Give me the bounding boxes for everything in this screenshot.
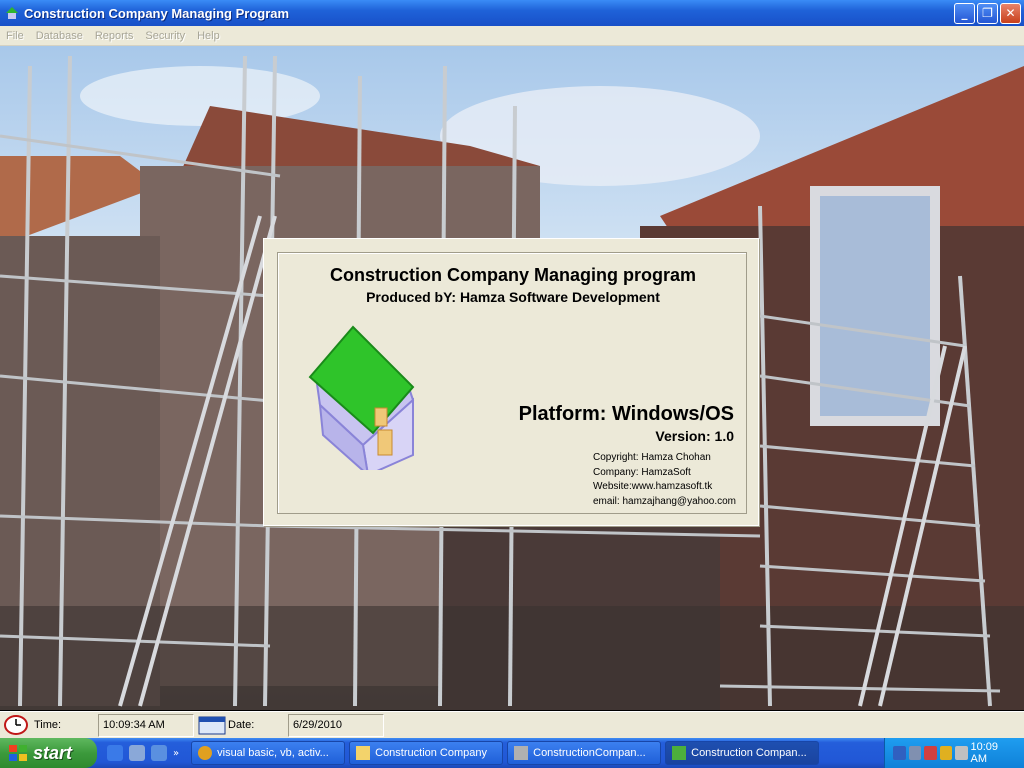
splash-website: Website:www.hamzasoft.tk — [593, 481, 713, 492]
task-label: ConstructionCompan... — [533, 747, 646, 759]
clock-icon-cell — [0, 714, 34, 737]
minimize-button[interactable]: _ — [954, 2, 975, 24]
vb-project-icon — [514, 746, 529, 760]
browser-icon — [198, 746, 213, 760]
taskbar-clock[interactable]: 10:09 AM — [971, 741, 1013, 765]
media-player-icon[interactable] — [129, 745, 145, 761]
splash-email: email: hamzajhang@yahoo.com — [593, 495, 737, 507]
window-title: Construction Company Managing Program — [24, 5, 290, 21]
task-construction-app[interactable]: Construction Compan... — [665, 741, 820, 765]
quick-launch: » — [107, 745, 179, 761]
close-button[interactable]: ✕ — [1000, 2, 1021, 24]
splash-version: Version: 1.0 — [655, 428, 734, 444]
windows-taskbar: start » visual basic, vb, activ... Const… — [0, 738, 1024, 768]
splash-frame: Construction Company Managing program Pr… — [277, 252, 747, 514]
chevron-icon[interactable]: » — [173, 748, 179, 759]
splash-company: Company: HamzaSoft — [593, 466, 691, 478]
start-label: start — [33, 742, 73, 763]
splash-panel: Construction Company Managing program Pr… — [263, 238, 759, 526]
house-app-icon — [6, 7, 18, 19]
house-app-icon — [672, 746, 687, 760]
windows-flag-icon — [9, 745, 27, 761]
task-label: visual basic, vb, activ... — [217, 747, 329, 759]
messenger-icon[interactable] — [939, 746, 952, 760]
ie-icon[interactable] — [107, 745, 123, 761]
date-value: 6/29/2010 — [288, 713, 384, 737]
menu-help[interactable]: Help — [191, 30, 226, 42]
splash-copyright: Copyright: Hamza Chohan — [593, 452, 711, 463]
start-button[interactable]: start — [0, 738, 97, 768]
menu-file[interactable]: File — [0, 30, 30, 42]
alarm-clock-icon — [4, 715, 28, 735]
task-construction-vb[interactable]: ConstructionCompan... — [507, 741, 662, 765]
menu-reports[interactable]: Reports — [89, 30, 140, 42]
task-label: Construction Compan... — [691, 747, 807, 759]
splash-info: Copyright: Hamza Chohan Company: HamzaSo… — [593, 451, 736, 509]
system-tray: 10:09 AM — [884, 738, 1024, 768]
task-construction-folder[interactable]: Construction Company — [349, 741, 504, 765]
splash-app-title: Construction Company Managing program — [329, 265, 696, 285]
network-icon[interactable] — [908, 746, 921, 760]
tray-arrow-icon[interactable] — [893, 746, 906, 760]
menu-database[interactable]: Database — [30, 30, 89, 42]
date-label: Date: — [228, 719, 255, 731]
menu-bar: File Database Reports Security Help — [0, 26, 1024, 46]
title-bar: Construction Company Managing Program _ … — [0, 0, 1024, 26]
calendar-icon — [198, 716, 226, 735]
volume-icon[interactable] — [955, 746, 968, 760]
task-label: Construction Company — [375, 747, 488, 759]
maximize-button[interactable]: ❐ — [977, 2, 998, 24]
time-value: 10:09:34 AM — [98, 713, 194, 737]
security-icon[interactable] — [924, 746, 937, 760]
task-vb-browser[interactable]: visual basic, vb, activ... — [191, 741, 346, 765]
menu-security[interactable]: Security — [139, 30, 191, 42]
splash-platform: Platform: Windows/OS — [518, 403, 734, 425]
house-logo-icon — [308, 325, 415, 470]
splash-producer: Produced bY: Hamza Software Development — [366, 289, 660, 305]
time-label: Time: — [34, 719, 62, 731]
calendar-icon-cell — [194, 714, 228, 737]
show-desktop-icon[interactable] — [151, 745, 167, 761]
folder-icon — [356, 746, 371, 760]
status-bar: Time: 10:09:34 AM Date: 6/29/2010 — [0, 711, 1024, 738]
